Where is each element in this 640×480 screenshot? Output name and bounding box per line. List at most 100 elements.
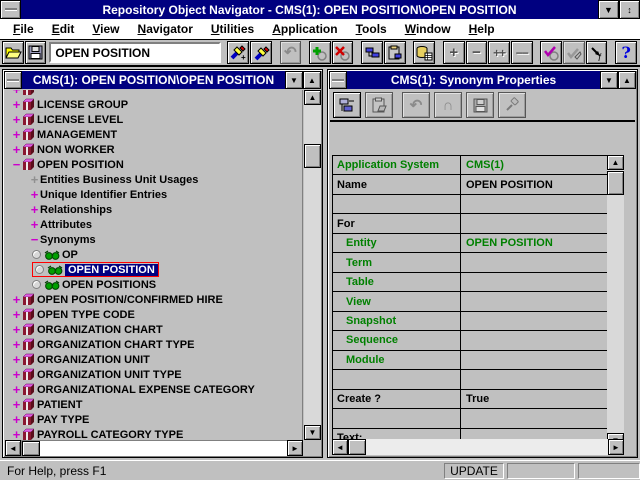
force-delete-button[interactable]: ƒ: [586, 41, 608, 64]
restore-button[interactable]: ↕: [619, 0, 640, 19]
tree-item[interactable]: + OPEN TYPE CODE: [5, 307, 302, 322]
property-value[interactable]: [461, 370, 607, 388]
copy-properties-button[interactable]: [333, 92, 361, 118]
tree-item[interactable]: +LICENSE LEVEL: [5, 112, 302, 127]
version-circle-icon[interactable]: [35, 265, 44, 274]
expand-marker-icon[interactable]: +: [11, 294, 22, 305]
tree-item-label[interactable]: PAYROLL CATEGORY TYPE: [37, 429, 183, 441]
scroll-left-icon[interactable]: ◄: [332, 439, 348, 455]
tree-item-label[interactable]: ORGANIZATION CHART TYPE: [37, 339, 194, 351]
properties-maximize-button[interactable]: ▲: [618, 71, 636, 89]
tree-item[interactable]: +ORGANIZATIONAL EXPENSE CATEGORY: [5, 382, 302, 397]
scrollbar-thumb[interactable]: [348, 439, 366, 455]
tree-item[interactable]: OP: [5, 247, 302, 262]
mark-button[interactable]: [540, 41, 562, 64]
navigator-minimize-button[interactable]: ▼: [285, 71, 303, 89]
properties-minimize-button[interactable]: ▼: [600, 71, 618, 89]
paste-hierarchy-button[interactable]: [384, 41, 406, 64]
expand-marker-icon[interactable]: +: [11, 354, 22, 365]
tree-item-label[interactable]: ORGANIZATION CHART: [37, 324, 163, 336]
system-menu-button[interactable]: [0, 0, 21, 19]
property-value[interactable]: [461, 273, 607, 291]
tree-item[interactable]: + ORGANIZATION CHART TYPE: [5, 337, 302, 352]
scroll-down-icon[interactable]: ▼: [304, 425, 321, 440]
tree-item-label[interactable]: MANAGEMENT: [37, 129, 117, 141]
union-button[interactable]: ∩: [434, 92, 462, 118]
navigator-system-menu-button[interactable]: [4, 71, 22, 89]
version-circle-icon[interactable]: [32, 250, 41, 259]
expand-marker-icon[interactable]: +: [11, 99, 22, 110]
property-value[interactable]: OPEN POSITION: [461, 234, 607, 252]
scroll-right-icon[interactable]: ►: [287, 440, 303, 456]
expand-marker-icon[interactable]: +: [11, 309, 22, 320]
help-button[interactable]: ?: [615, 41, 637, 64]
tree-item-label[interactable]: OPEN POSITION/CONFIRMED HIRE: [37, 294, 223, 306]
tree-item-label[interactable]: OPEN POSITION: [37, 159, 124, 171]
tree-item-label[interactable]: OP: [62, 249, 78, 261]
collapse-all-button[interactable]: −−: [511, 41, 533, 64]
scrollbar-track[interactable]: [348, 439, 608, 455]
tree-item[interactable]: OPEN POSITIONS: [5, 277, 302, 292]
tree-item[interactable]: +Relationships: [5, 202, 302, 217]
undo-button[interactable]: ↶: [280, 41, 302, 64]
tree-item[interactable]: + ORGANIZATION UNIT: [5, 352, 302, 367]
scroll-up-icon[interactable]: ▲: [607, 155, 624, 170]
tree-item[interactable]: + ORGANIZATION UNIT TYPE: [5, 367, 302, 382]
expand-marker-icon[interactable]: +: [11, 144, 22, 155]
expand-marker-icon[interactable]: +: [11, 129, 22, 140]
collapse-button[interactable]: −: [466, 41, 488, 64]
scrollbar-thumb[interactable]: [22, 441, 40, 456]
expand-marker-icon[interactable]: +: [11, 369, 22, 380]
tree-item[interactable]: + MANAGEMENT: [5, 127, 302, 142]
menu-utilities[interactable]: Utilities: [202, 22, 263, 36]
tree-item-label[interactable]: OPEN TYPE CODE: [37, 309, 135, 321]
tree-item[interactable]: + PAYROLL CATEGORY TYPE: [5, 427, 302, 440]
expand-marker-icon[interactable]: +: [11, 414, 22, 425]
property-value[interactable]: [461, 409, 607, 427]
copy-hierarchy-button[interactable]: [361, 41, 383, 64]
menu-file[interactable]: File: [4, 22, 43, 36]
tree-item-label[interactable]: ORGANIZATION UNIT: [37, 354, 150, 366]
property-value[interactable]: [461, 312, 607, 330]
object-name-field[interactable]: [49, 42, 221, 63]
tree-item[interactable]: +NON WORKER: [5, 142, 302, 157]
expand-marker-icon[interactable]: +: [11, 114, 22, 125]
tree-item[interactable]: + PAY TYPE: [5, 412, 302, 427]
menu-application[interactable]: Application: [263, 22, 346, 36]
expand-marker-icon[interactable]: +: [11, 384, 22, 395]
scroll-left-icon[interactable]: ◄: [5, 440, 21, 456]
tree-item[interactable]: −Synonyms: [5, 232, 302, 247]
tree-item[interactable]: + OPEN POSITION/CONFIRMED HIRE: [5, 292, 302, 307]
tree-item-label[interactable]: PAY TYPE: [37, 414, 89, 426]
paste-properties-button[interactable]: [365, 92, 393, 118]
save-button[interactable]: [25, 41, 47, 64]
menu-navigator[interactable]: Navigator: [129, 22, 202, 36]
minimize-button[interactable]: ▼: [598, 0, 619, 19]
property-value[interactable]: CMS(1): [461, 156, 607, 174]
tree-item[interactable]: +ORGANIZATION CHART: [5, 322, 302, 337]
undo-properties-button[interactable]: ↶: [402, 92, 430, 118]
scrollbar-track[interactable]: [21, 440, 287, 456]
version-circle-icon[interactable]: [32, 280, 41, 289]
menu-window[interactable]: Window: [396, 22, 460, 36]
mark-edit-button[interactable]: [563, 41, 585, 64]
tree-horizontal-scrollbar[interactable]: ◄ ►: [5, 440, 303, 456]
expand-marker-icon[interactable]: +: [29, 174, 40, 185]
tree-item-label[interactable]: Relationships: [40, 204, 112, 216]
expand-marker-icon[interactable]: +: [11, 90, 22, 95]
tree-item-label[interactable]: Attributes: [40, 219, 92, 231]
expand-marker-icon[interactable]: +: [11, 429, 22, 440]
tree-item-label[interactable]: ORGANIZATION UNIT TYPE: [37, 369, 182, 381]
menu-tools[interactable]: Tools: [347, 22, 396, 36]
tree-item-partial[interactable]: +: [5, 90, 302, 97]
tree-item-label[interactable]: Synonyms: [40, 234, 96, 246]
create-object-button[interactable]: [309, 41, 331, 64]
property-value[interactable]: [461, 351, 607, 369]
scroll-right-icon[interactable]: ►: [608, 439, 624, 455]
expand-marker-icon[interactable]: +: [11, 339, 22, 350]
properties-vertical-scrollbar[interactable]: ▲ ▼: [607, 155, 624, 448]
expand-marker-icon[interactable]: +: [11, 399, 22, 410]
property-value[interactable]: [461, 292, 607, 310]
tree-item[interactable]: +Unique Identifier Entries: [5, 187, 302, 202]
delete-object-button[interactable]: [332, 41, 354, 64]
